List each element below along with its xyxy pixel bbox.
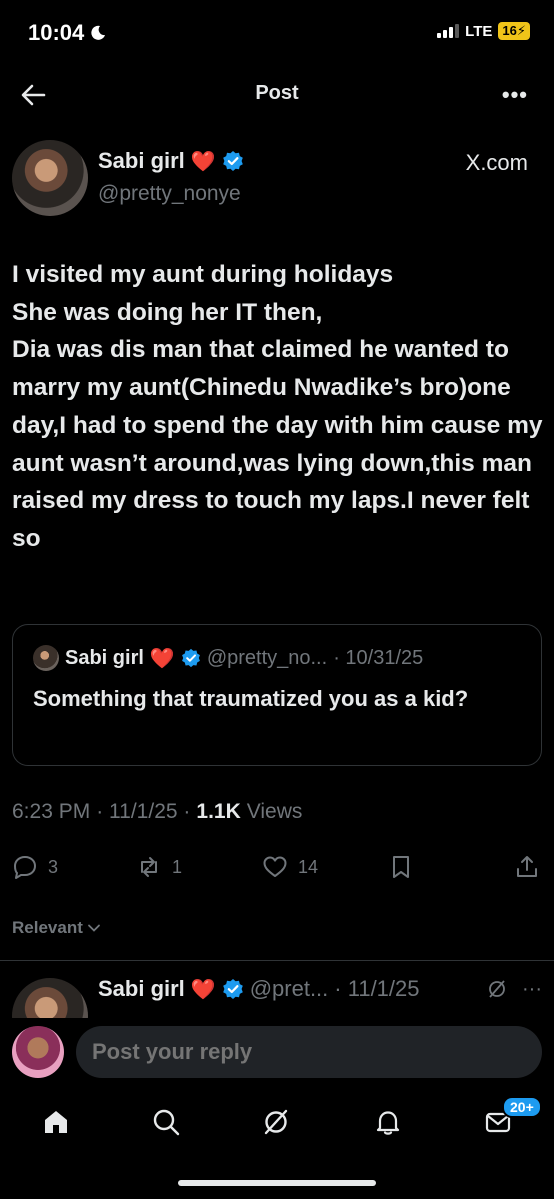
signal-icon <box>437 24 460 38</box>
verified-badge-icon <box>222 151 243 171</box>
user-avatar[interactable] <box>12 1026 64 1078</box>
status-time: 10:04 <box>28 20 106 46</box>
home-indicator <box>178 1180 376 1186</box>
author-name[interactable]: Sabi girl ❤️ <box>98 148 244 174</box>
moon-icon <box>91 25 106 40</box>
author-name-text: Sabi girl <box>98 148 185 173</box>
quoted-post[interactable]: Sabi girl ❤️ @pretty_no... · 10/31/25 So… <box>12 624 542 766</box>
post-meta: 6:23 PM · 11/1/25 · 1.1K Views <box>12 800 302 824</box>
reply-header: Sabi girl ❤️ @pret... · 11/1/25 <box>98 976 420 1002</box>
repost-icon <box>141 857 157 877</box>
bookmark-icon <box>393 856 409 878</box>
reply-input[interactable] <box>76 1026 542 1078</box>
status-time-text: 10:04 <box>28 20 85 45</box>
like-count: 14 <box>298 856 319 877</box>
share-icon <box>517 856 537 877</box>
tab-messages[interactable]: 20+ <box>478 1096 542 1142</box>
views-label: Views <box>246 800 303 823</box>
post-author: Sabi girl ❤️ @pretty_nonye X.com <box>12 140 542 220</box>
quoted-avatar <box>33 645 59 671</box>
quoted-post-text: Something that traumatized you as a kid? <box>33 686 469 711</box>
sort-replies-dropdown[interactable]: Relevant <box>12 918 101 938</box>
reply-avatar[interactable] <box>12 978 88 1022</box>
grok-icon[interactable] <box>486 978 508 1000</box>
header: Post ••• <box>0 66 554 122</box>
source-label: X.com <box>465 150 528 175</box>
reply-count: 3 <box>48 856 59 877</box>
verified-badge-icon <box>181 648 200 668</box>
status-bar: 10:04 LTE 16⚡ <box>0 0 554 66</box>
status-indicators: LTE 16⚡ <box>437 22 530 40</box>
more-options-button[interactable]: ••• <box>502 82 528 108</box>
bell-icon <box>376 1111 400 1135</box>
page-title: Post <box>255 82 299 104</box>
repost-count: 1 <box>172 856 183 877</box>
tab-search[interactable] <box>146 1102 186 1142</box>
reply-composer <box>0 1018 554 1088</box>
quoted-author-name: Sabi girl <box>65 646 144 669</box>
search-icon <box>153 1109 180 1136</box>
battery-icon: 16⚡ <box>498 22 530 40</box>
heart-icon <box>263 856 287 877</box>
reply-post[interactable]: Sabi girl ❤️ @pret... · 11/1/25 ··· <box>12 972 542 1022</box>
reply-author-name: Sabi girl <box>98 976 185 1001</box>
tab-grok[interactable] <box>256 1102 296 1142</box>
quoted-post-header: Sabi girl ❤️ @pretty_no... · 10/31/25 <box>33 645 423 671</box>
sort-label: Relevant <box>12 918 83 937</box>
heart-emoji-icon: ❤️ <box>149 647 175 670</box>
like-button[interactable]: 14 <box>262 854 318 880</box>
messages-badge: 20+ <box>502 1096 542 1118</box>
reply-button[interactable]: 3 <box>12 854 58 880</box>
post-text: I visited my aunt during holidays She wa… <box>12 261 543 552</box>
post-time: 6:23 PM <box>12 800 91 823</box>
post-actions: 3 1 14 <box>12 848 542 888</box>
divider <box>0 960 554 961</box>
share-button[interactable] <box>514 854 540 880</box>
reply-more-button[interactable]: ··· <box>522 978 542 1001</box>
quoted-author-handle: @pretty_no... <box>206 646 328 669</box>
heart-emoji-icon: ❤️ <box>190 150 216 173</box>
quoted-post-date: · 10/31/25 <box>333 646 424 669</box>
network-type: LTE <box>465 22 493 40</box>
reply-actions: ··· <box>486 978 542 1001</box>
repost-button[interactable]: 1 <box>136 854 182 880</box>
reply-author-handle: @pret... <box>249 976 329 1001</box>
post-date: · 11/1/25 · <box>96 800 191 823</box>
battery-level: 16 <box>502 23 517 38</box>
reply-icon <box>14 856 36 879</box>
grok-icon <box>264 1109 288 1135</box>
bookmark-button[interactable] <box>388 854 414 880</box>
reply-date: · 11/1/25 <box>334 976 420 1001</box>
avatar[interactable] <box>12 140 88 216</box>
verified-badge-icon <box>222 979 243 999</box>
author-handle[interactable]: @pretty_nonye <box>98 182 241 206</box>
home-icon <box>45 1111 67 1133</box>
tab-home[interactable] <box>36 1102 76 1142</box>
views-count: 1.1K <box>196 800 241 823</box>
bottom-tab-bar: 20+ <box>0 1088 554 1199</box>
tab-notifications[interactable] <box>368 1102 408 1142</box>
chevron-down-icon <box>87 924 100 932</box>
heart-emoji-icon: ❤️ <box>190 978 216 1001</box>
